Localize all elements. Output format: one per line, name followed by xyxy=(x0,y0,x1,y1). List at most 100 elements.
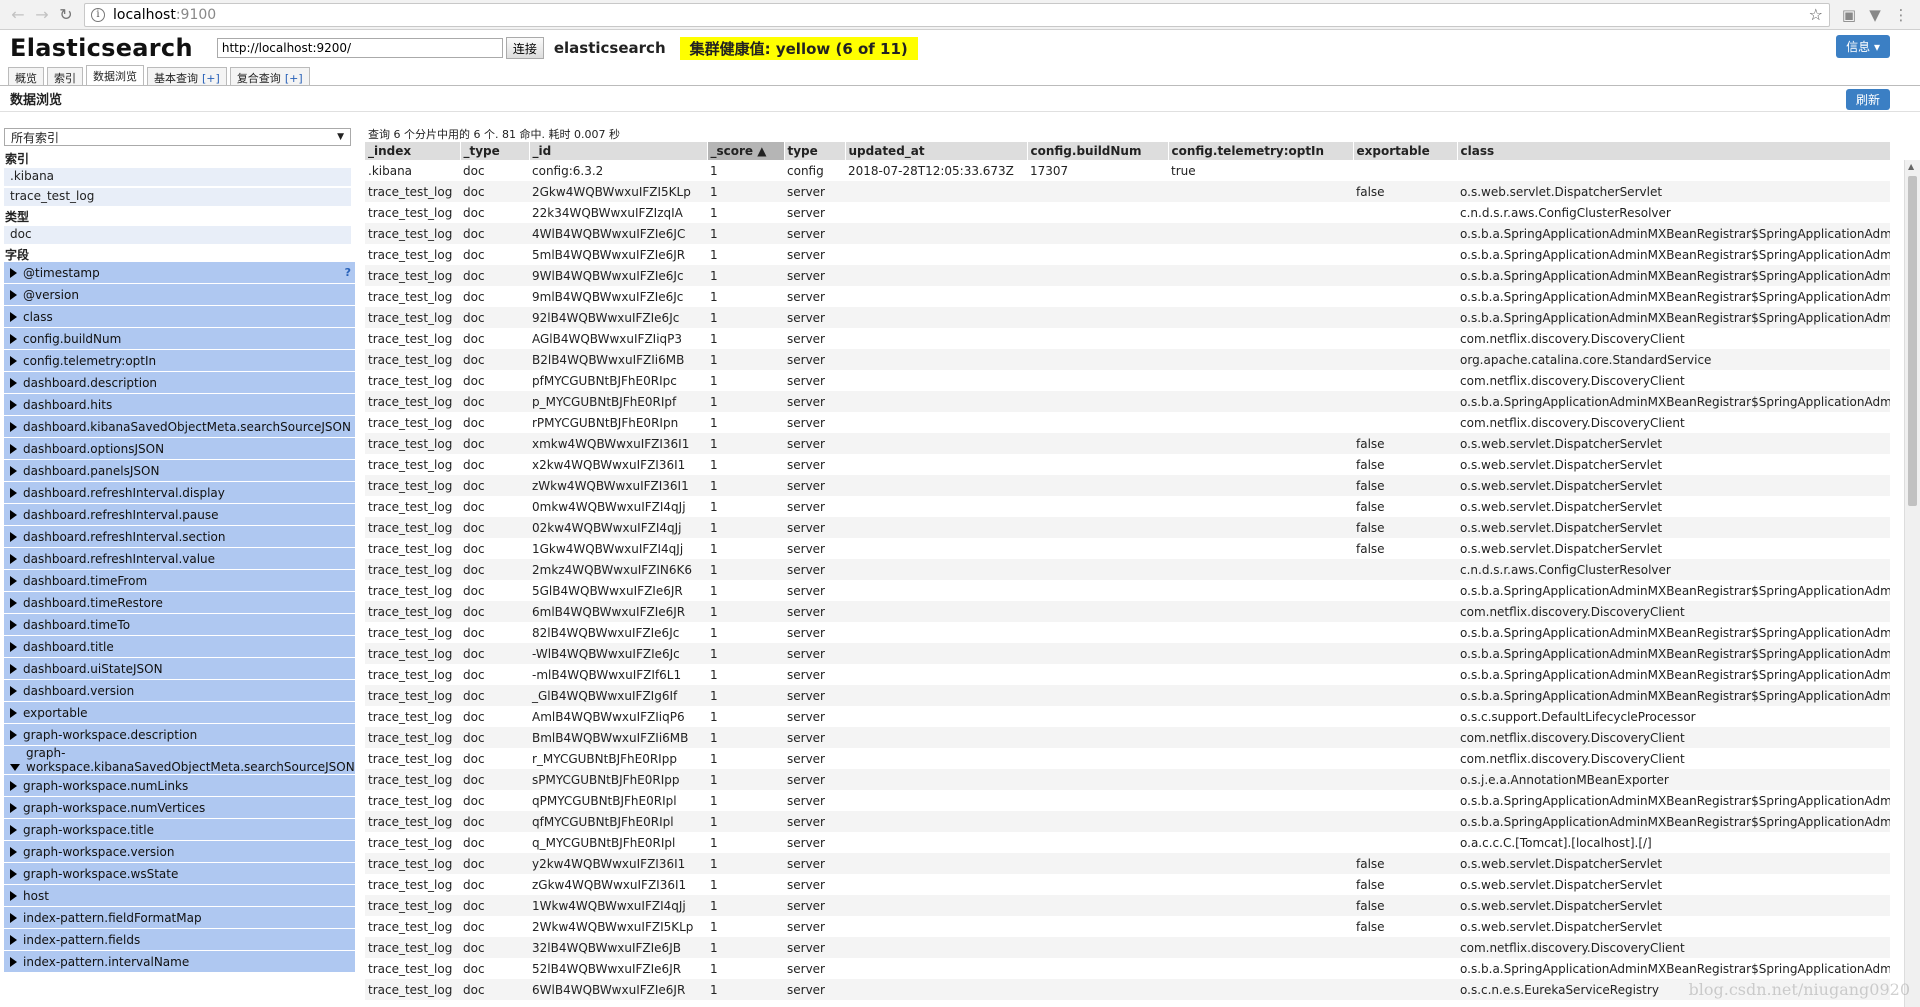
expand-triangle-icon[interactable] xyxy=(10,575,17,586)
column-header[interactable]: _score ▲ xyxy=(707,142,785,160)
address-bar[interactable]: i localhost:9100 ☆ xyxy=(84,2,1830,27)
field-filter-item[interactable]: graph-workspace.version xyxy=(4,841,355,862)
table-row[interactable]: trace_test_log doc 0mkw4WQBWwxuIFZI4qJj 1 se… xyxy=(365,496,1890,517)
field-filter-item[interactable]: graph-workspace.title xyxy=(4,819,355,840)
column-header[interactable]: config.buildNum xyxy=(1027,142,1169,160)
table-row[interactable]: trace_test_log doc B2lB4WQBWwxuIFZIi6MB 1 se… xyxy=(365,349,1890,370)
expand-triangle-icon[interactable] xyxy=(10,509,17,520)
column-header[interactable]: config.telemetry:optIn xyxy=(1168,142,1354,160)
table-row[interactable]: trace_test_log doc q_MYCGUBNtBJFhE0RIpl 1 se… xyxy=(365,832,1890,853)
table-row[interactable]: trace_test_log doc 5GlB4WQBWwxuIFZIe6JR 1 se… xyxy=(365,580,1890,601)
column-header[interactable]: type xyxy=(784,142,846,160)
expand-triangle-icon[interactable] xyxy=(10,311,17,322)
expand-triangle-icon[interactable] xyxy=(10,377,17,388)
table-row[interactable]: trace_test_log doc r_MYCGUBNtBJFhE0RIpp 1 se… xyxy=(365,748,1890,769)
table-row[interactable]: trace_test_log doc 9WlB4WQBWwxuIFZIe6Jc 1 se… xyxy=(365,265,1890,286)
table-row[interactable]: trace_test_log doc -WlB4WQBWwxuIFZIe6Jc 1 se… xyxy=(365,643,1890,664)
field-filter-item[interactable]: graph-workspace.description xyxy=(4,724,355,745)
table-row[interactable]: trace_test_log doc sPMYCGUBNtBJFhE0RIpp 1 se… xyxy=(365,769,1890,790)
expand-triangle-icon[interactable] xyxy=(10,267,17,278)
field-filter-item[interactable]: config.buildNum xyxy=(4,328,355,349)
site-info-icon[interactable]: i xyxy=(91,7,105,22)
table-row[interactable]: trace_test_log doc BmlB4WQBWwxuIFZIi6MB 1 se… xyxy=(365,727,1890,748)
back-icon[interactable]: ← xyxy=(6,3,30,27)
expand-triangle-icon[interactable] xyxy=(10,685,17,696)
expand-triangle-icon[interactable] xyxy=(10,729,17,740)
table-row[interactable]: trace_test_log doc zWkw4WQBWwxuIFZI36I1 1 se… xyxy=(365,475,1890,496)
table-row[interactable]: trace_test_log doc 1Wkw4WQBWwxuIFZI4qJj 1 se… xyxy=(365,895,1890,916)
table-row[interactable]: trace_test_log doc p_MYCGUBNtBJFhE0RIpf 1 se… xyxy=(365,391,1890,412)
table-row[interactable]: trace_test_log doc _GlB4WQBWwxuIFZIg6If 1 se… xyxy=(365,685,1890,706)
field-filter-item[interactable]: dashboard.refreshInterval.value xyxy=(4,548,355,569)
field-filter-item[interactable]: index-pattern.fieldFormatMap xyxy=(4,907,355,928)
table-row[interactable]: trace_test_log doc 1Gkw4WQBWwxuIFZI4qJj 1 se… xyxy=(365,538,1890,559)
expand-triangle-icon[interactable] xyxy=(10,333,17,344)
table-row[interactable]: trace_test_log doc 2Wkw4WQBWwxuIFZI5KLp 1 se… xyxy=(365,916,1890,937)
expand-triangle-icon[interactable] xyxy=(10,780,17,791)
connection-url-input[interactable] xyxy=(216,38,503,58)
expand-triangle-icon[interactable] xyxy=(10,465,17,476)
field-filter-item[interactable]: index-pattern.intervalName xyxy=(4,951,355,972)
field-filter-item[interactable]: dashboard.optionsJSON xyxy=(4,438,355,459)
scrollbar-thumb[interactable] xyxy=(1908,176,1917,506)
reload-icon[interactable]: ↻ xyxy=(54,3,78,27)
expand-triangle-icon[interactable] xyxy=(10,487,17,498)
index-filter-item[interactable]: trace_test_log xyxy=(4,188,351,206)
table-row[interactable]: trace_test_log doc 2mkz4WQBWwxuIFZIN6K6 1 se… xyxy=(365,559,1890,580)
table-row[interactable]: trace_test_log doc y2kw4WQBWwxuIFZI36I1 1 se… xyxy=(365,853,1890,874)
refresh-button[interactable]: 刷新 xyxy=(1845,89,1890,110)
connect-button[interactable]: 连接 xyxy=(505,37,544,59)
expand-triangle-icon[interactable] xyxy=(10,764,20,771)
help-icon[interactable]: ? xyxy=(345,266,351,279)
table-row[interactable]: trace_test_log doc 92lB4WQBWwxuIFZIe6Jc 1 se… xyxy=(365,307,1890,328)
field-filter-item[interactable]: host xyxy=(4,885,355,906)
expand-triangle-icon[interactable] xyxy=(10,421,17,432)
column-header[interactable]: _id xyxy=(529,142,708,160)
expand-triangle-icon[interactable] xyxy=(10,868,17,879)
table-row[interactable]: trace_test_log doc qfMYCGUBNtBJFhE0RIpl 1 se… xyxy=(365,811,1890,832)
vertical-scrollbar[interactable]: ▲ xyxy=(1904,160,1920,1007)
tab-browser[interactable]: 数据浏览 xyxy=(86,65,144,85)
tab-overview[interactable]: 概览 xyxy=(8,67,44,85)
field-filter-item[interactable]: dashboard.timeFrom xyxy=(4,570,355,591)
expand-triangle-icon[interactable] xyxy=(10,890,17,901)
expand-triangle-icon[interactable] xyxy=(10,912,17,923)
table-row[interactable]: trace_test_log doc rPMYCGUBNtBJFhE0RIpn 1 se… xyxy=(365,412,1890,433)
field-filter-item[interactable]: dashboard.refreshInterval.pause xyxy=(4,504,355,525)
field-filter-item[interactable]: dashboard.kibanaSavedObjectMeta.searchSo… xyxy=(4,416,355,437)
scroll-up-icon[interactable]: ▲ xyxy=(1908,162,1914,171)
table-row[interactable]: trace_test_log doc 22k34WQBWwxuIFZIzqIA 1 se… xyxy=(365,202,1890,223)
expand-triangle-icon[interactable] xyxy=(10,707,17,718)
table-row[interactable]: trace_test_log doc 5mlB4WQBWwxuIFZIe6JR 1 se… xyxy=(365,244,1890,265)
column-header[interactable]: _type xyxy=(460,142,530,160)
add-tab-link[interactable]: [+] xyxy=(202,72,220,85)
table-row[interactable]: trace_test_log doc 6mlB4WQBWwxuIFZIe6JR 1 se… xyxy=(365,601,1890,622)
type-filter-item[interactable]: doc xyxy=(4,226,351,244)
field-filter-item[interactable]: index-pattern.fields xyxy=(4,929,355,950)
tab-basic-query[interactable]: 基本查询 [+] xyxy=(147,67,227,85)
field-filter-item[interactable]: @version xyxy=(4,284,355,305)
expand-triangle-icon[interactable] xyxy=(10,934,17,945)
table-row[interactable]: trace_test_log doc AGlB4WQBWwxuIFZIiqP3 1 se… xyxy=(365,328,1890,349)
field-filter-item[interactable]: dashboard.version xyxy=(4,680,355,701)
column-header[interactable]: _index xyxy=(365,142,461,160)
expand-triangle-icon[interactable] xyxy=(10,531,17,542)
table-row[interactable]: .kibana doc config:6.3.2 1 config 2018-07-28T… xyxy=(365,160,1890,181)
info-button[interactable]: 信息 ▾ xyxy=(1836,35,1890,58)
field-filter-item[interactable]: dashboard.timeRestore xyxy=(4,592,355,613)
table-row[interactable]: trace_test_log doc 9mlB4WQBWwxuIFZIe6Jc 1 se… xyxy=(365,286,1890,307)
expand-triangle-icon[interactable] xyxy=(10,956,17,967)
column-header[interactable]: exportable xyxy=(1353,142,1458,160)
table-row[interactable]: trace_test_log doc pfMYCGUBNtBJFhE0RIpc 1 se… xyxy=(365,370,1890,391)
index-filter-item[interactable]: .kibana xyxy=(4,168,351,186)
field-filter-item[interactable]: graph-workspace.kibanaSavedObjectMeta.se… xyxy=(4,746,355,774)
table-row[interactable]: trace_test_log doc 2Gkw4WQBWwxuIFZI5KLp 1 se… xyxy=(365,181,1890,202)
expand-triangle-icon[interactable] xyxy=(10,553,17,564)
tab-indices[interactable]: 索引 xyxy=(47,67,83,85)
field-filter-item[interactable]: dashboard.refreshInterval.display xyxy=(4,482,355,503)
table-row[interactable]: trace_test_log doc x2kw4WQBWwxuIFZI36I1 1 se… xyxy=(365,454,1890,475)
expand-triangle-icon[interactable] xyxy=(10,355,17,366)
field-filter-item[interactable]: class xyxy=(4,306,355,327)
column-header[interactable]: class xyxy=(1457,142,1891,160)
table-row[interactable]: trace_test_log doc qPMYCGUBNtBJFhE0RIpl 1 se… xyxy=(365,790,1890,811)
